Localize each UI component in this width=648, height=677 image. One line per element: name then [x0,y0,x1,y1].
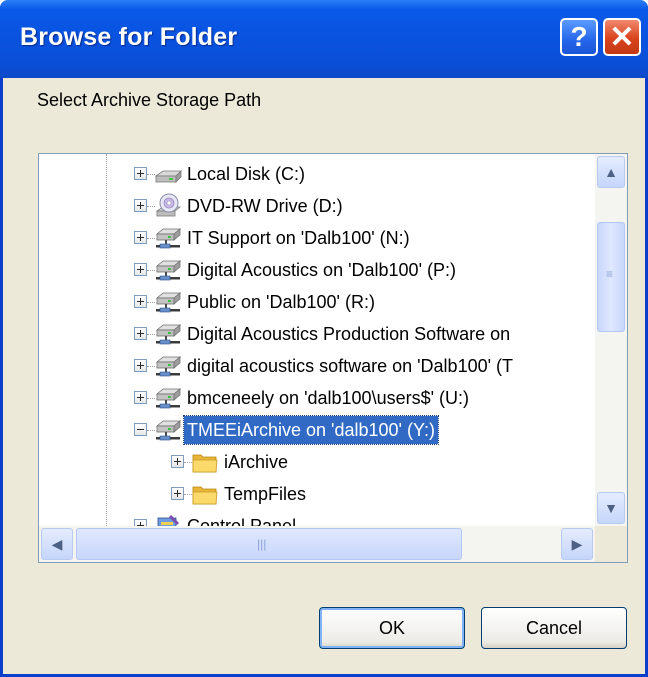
tree-item-label[interactable]: bmceneely on 'dalb100\users$' (U:) [184,384,472,412]
expand-plus-icon[interactable] [134,231,147,244]
expand-plus-icon[interactable] [171,487,184,500]
expand-plus-icon[interactable] [171,455,184,468]
dvd-drive-icon [154,192,182,220]
folder-tree[interactable]: Local Disk (C:) DVD-RW Drive (D:) IT Suppo… [38,153,628,563]
tree-item-label[interactable]: Local Disk (C:) [184,160,308,188]
close-icon: ✕ [609,20,635,54]
network-drive-icon [154,224,182,252]
arrow-down-icon: ▼ [604,500,618,516]
tree-item-label[interactable]: TempFiles [221,480,309,508]
tree-item-label[interactable]: IT Support on 'Dalb100' (N:) [184,224,413,252]
window-title: Browse for Folder [20,23,238,51]
help-icon: ? [570,21,588,52]
scrollbar-corner [595,526,627,562]
hard-disk-icon [154,160,182,188]
scroll-right-button[interactable]: ▶ [561,528,593,560]
tree-item[interactable]: Local Disk (C:) [39,158,595,190]
collapse-minus-icon[interactable] [134,423,147,436]
arrow-right-icon: ▶ [571,535,583,552]
tree-item[interactable]: bmceneely on 'dalb100\users$' (U:) [39,382,595,414]
network-drive-icon [154,352,182,380]
expand-plus-icon[interactable] [134,359,147,372]
ok-button[interactable]: OK [319,607,465,649]
tree-item[interactable]: TMEEiArchive on 'dalb100' (Y:) [39,414,595,446]
tree-item-label[interactable]: DVD-RW Drive (D:) [184,192,346,220]
tree-item[interactable]: IT Support on 'Dalb100' (N:) [39,222,595,254]
horizontal-scroll-thumb[interactable]: ||| [76,528,462,560]
expand-plus-icon[interactable] [134,391,147,404]
arrow-up-icon: ▲ [604,164,618,180]
browse-for-folder-dialog: Browse for Folder ? ✕ Select Archive Sto… [0,0,648,677]
tree-rows: Local Disk (C:) DVD-RW Drive (D:) IT Suppo… [39,154,595,526]
tree-item-label[interactable]: digital acoustics software on 'Dalb100' … [184,352,516,380]
tree-item-label[interactable]: Digital Acoustics Production Software on [184,320,513,348]
folder-icon [191,448,219,476]
scroll-left-button[interactable]: ◀ [41,528,73,560]
folder-icon [191,480,219,508]
tree-item[interactable]: digital acoustics software on 'Dalb100' … [39,350,595,382]
tree-item[interactable]: TempFiles [39,478,595,510]
expand-plus-icon[interactable] [134,167,147,180]
expand-plus-icon[interactable] [134,199,147,212]
horizontal-scrollbar[interactable]: ◀ ||| ▶ [39,526,595,562]
network-drive-icon [154,416,182,444]
vertical-scrollbar[interactable]: ▲ ≡ ▼ [595,154,627,526]
expand-plus-icon[interactable] [134,519,147,526]
cancel-button[interactable]: Cancel [481,607,627,649]
vertical-scroll-thumb[interactable]: ≡ [597,222,625,332]
control-panel-icon [154,512,182,526]
tree-item[interactable]: DVD-RW Drive (D:) [39,190,595,222]
scroll-up-button[interactable]: ▲ [597,156,625,188]
tree-item-label[interactable]: iArchive [221,448,291,476]
tree-item[interactable]: iArchive [39,446,595,478]
expand-plus-icon[interactable] [134,327,147,340]
tree-item-label[interactable]: TMEEiArchive on 'dalb100' (Y:) [183,415,439,445]
tree-item[interactable]: Public on 'Dalb100' (R:) [39,286,595,318]
title-bar[interactable]: Browse for Folder ? ✕ [0,0,648,78]
help-button[interactable]: ? [560,18,598,56]
scroll-down-button[interactable]: ▼ [597,492,625,524]
expand-plus-icon[interactable] [134,295,147,308]
tree-item-label[interactable]: Control Panel [184,512,299,526]
tree-item-label[interactable]: Digital Acoustics on 'Dalb100' (P:) [184,256,459,284]
grip-icon: ||| [257,537,267,551]
network-drive-icon [154,256,182,284]
dialog-prompt: Select Archive Storage Path [37,90,262,110]
tree-item[interactable]: Control Panel [39,510,595,526]
tree-item[interactable]: Digital Acoustics on 'Dalb100' (P:) [39,254,595,286]
network-drive-icon [154,384,182,412]
close-button[interactable]: ✕ [603,18,641,56]
tree-item[interactable]: Digital Acoustics Production Software on [39,318,595,350]
grip-icon: ≡ [606,267,614,281]
arrow-left-icon: ◀ [51,535,63,552]
network-drive-icon [154,288,182,316]
tree-item-label[interactable]: Public on 'Dalb100' (R:) [184,288,378,316]
expand-plus-icon[interactable] [134,263,147,276]
network-drive-icon [154,320,182,348]
